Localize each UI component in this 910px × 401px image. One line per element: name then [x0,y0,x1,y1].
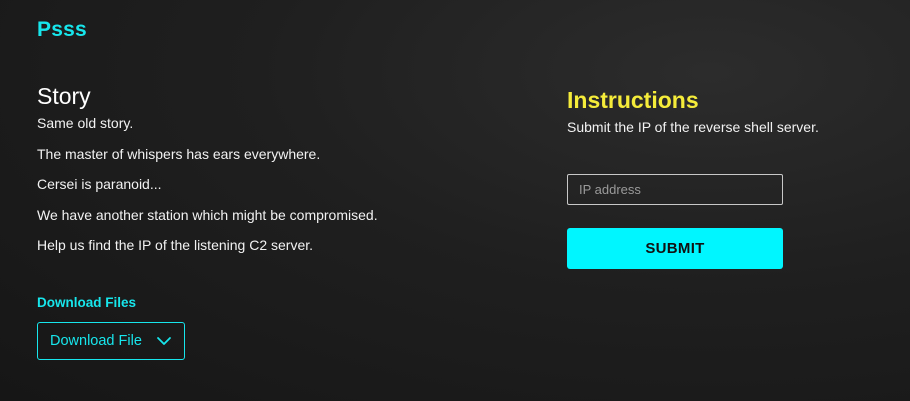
download-file-button-label: Download File [50,333,142,349]
instructions-section: Instructions Submit the IP of the revers… [567,86,867,135]
submit-button[interactable]: SUBMIT [567,228,783,269]
story-heading: Story [37,83,91,109]
challenge-title: Psss [37,18,87,41]
story-text: Same old story. The master of whispers h… [37,115,497,254]
story-line: Cersei is paranoid... [37,176,162,192]
story-line: The master of whispers has ears everywhe… [37,145,321,162]
story-section: Story Same old story. The master of whis… [37,82,497,268]
story-line: We have another station which might be c… [37,206,378,223]
instructions-text: Submit the IP of the reverse shell serve… [567,119,819,135]
story-line: Help us find the IP of the listening C2 … [37,237,314,253]
download-file-button[interactable]: Download File [37,322,185,360]
ip-address-input[interactable] [567,174,783,205]
instructions-heading: Instructions [567,87,699,113]
story-line: Same old story. [37,115,134,131]
download-files-label: Download Files [37,295,137,310]
chevron-down-icon [157,337,171,345]
